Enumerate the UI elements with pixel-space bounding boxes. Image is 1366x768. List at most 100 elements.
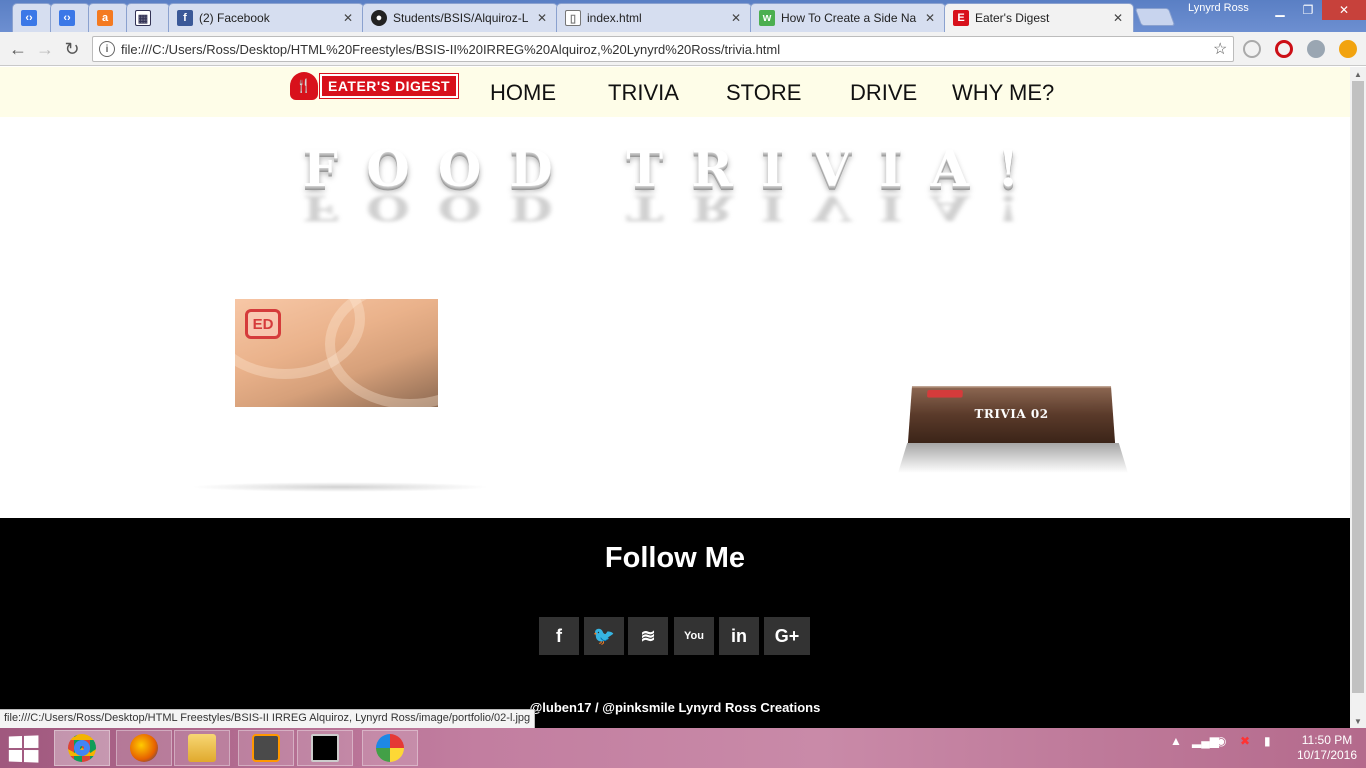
network-icon[interactable]: ▂▄▆: [1192, 734, 1219, 748]
tab-facebook[interactable]: f (2) Facebook ✕: [168, 3, 364, 32]
close-icon[interactable]: ✕: [731, 11, 743, 25]
taskbar-command-prompt[interactable]: [297, 730, 353, 766]
close-icon[interactable]: ✕: [537, 11, 549, 25]
power-icon[interactable]: ▮: [1264, 734, 1271, 748]
firefox-icon: [130, 734, 158, 762]
tab-grid[interactable]: ▦: [126, 3, 170, 32]
info-icon[interactable]: i: [99, 41, 115, 57]
tab-label: Students/BSIS/Alquiroz-L: [393, 11, 529, 25]
taskbar-chrome[interactable]: [54, 730, 110, 766]
youtube-icon[interactable]: You: [674, 617, 714, 655]
browser-toolbar: ← → ↻ i file:///C:/Users/Ross/Desktop/HT…: [0, 32, 1366, 66]
status-bubble: file:///C:/Users/Ross/Desktop/HTML Frees…: [0, 709, 536, 728]
logo-text: EATER'S DIGEST: [318, 73, 460, 99]
minimize-icon[interactable]: ▁: [1266, 0, 1294, 20]
eaters-digest-icon: E: [953, 10, 969, 26]
rss-icon[interactable]: ≋: [628, 617, 668, 655]
facebook-icon[interactable]: f: [539, 617, 579, 655]
scroll-up-icon[interactable]: ▲: [1350, 67, 1366, 81]
file-explorer-icon: [188, 734, 216, 762]
windows-start-icon[interactable]: [8, 735, 39, 763]
scrollbar-thumb[interactable]: [1352, 81, 1364, 693]
sublime-text-icon: [252, 734, 280, 762]
card-shadow: [898, 443, 1128, 473]
nav-home[interactable]: HOME: [490, 80, 556, 106]
extension-icon[interactable]: [1307, 40, 1325, 58]
menu-icon[interactable]: [1339, 40, 1357, 58]
browser-tab-strip: ‹› ‹› a ▦ f (2) Facebook ✕ ● Students/BS…: [0, 0, 1366, 32]
chip-texture: [325, 299, 438, 407]
show-hidden-icons[interactable]: ▲: [1170, 734, 1182, 748]
nav-drive[interactable]: DRIVE: [850, 80, 917, 106]
taskbar-paint[interactable]: [362, 730, 418, 766]
trivia-card-01[interactable]: ED: [235, 299, 438, 407]
taskbar-sublime-text[interactable]: [238, 730, 294, 766]
clock-date: 10/17/2016: [1296, 748, 1358, 762]
site-logo[interactable]: 🍴 EATER'S DIGEST: [290, 72, 460, 100]
new-tab-button[interactable]: [1134, 8, 1176, 26]
tab-label: Eater's Digest: [975, 11, 1050, 25]
ed-badge: ED: [245, 309, 281, 339]
url-text: file:///C:/Users/Ross/Desktop/HTML%20Fre…: [121, 41, 781, 57]
tab-label: index.html: [587, 11, 642, 25]
footer-heading: Follow Me: [604, 542, 746, 574]
trivia-card-02[interactable]: TRIVIA 02: [907, 386, 1116, 443]
bookmark-star-icon[interactable]: ☆: [1213, 39, 1233, 59]
restore-icon[interactable]: ❐: [1294, 0, 1322, 20]
back-arrow-icon[interactable]: ←: [6, 37, 30, 61]
security-icon[interactable]: ◉: [1216, 734, 1226, 748]
clock-time: 11:50 PM: [1301, 733, 1353, 747]
avast-icon: a: [97, 10, 113, 26]
tab-label: How To Create a Side Na: [781, 11, 917, 25]
code-icon: ‹›: [21, 10, 37, 26]
card-shadow: [190, 482, 490, 492]
paint-icon: [376, 734, 404, 762]
file-icon: ▯: [565, 10, 581, 26]
github-icon: ●: [371, 10, 387, 26]
nav-why-me[interactable]: WHY ME?: [952, 80, 1054, 106]
vertical-scrollbar[interactable]: ▲ ▼: [1350, 67, 1366, 728]
scroll-down-icon[interactable]: ▼: [1350, 714, 1366, 728]
ed-badge: [926, 389, 963, 398]
reload-icon[interactable]: ↻: [60, 37, 84, 61]
command-prompt-icon: [311, 734, 339, 762]
chrome-icon: [68, 734, 96, 762]
site-footer: Follow Me f 🐦 ≋ You in G+ @luben17 / @pi…: [0, 518, 1350, 728]
fork-knife-icon: 🍴: [290, 72, 318, 100]
tab-github[interactable]: ● Students/BSIS/Alquiroz-L ✕: [362, 3, 558, 32]
twitter-icon[interactable]: 🐦: [584, 617, 624, 655]
tab-avast[interactable]: a: [88, 3, 128, 32]
tab-w3schools[interactable]: w How To Create a Side Na ✕: [750, 3, 946, 32]
nav-store[interactable]: STORE: [726, 80, 801, 106]
window-close-icon[interactable]: ✕: [1322, 0, 1366, 20]
grid-icon: ▦: [135, 10, 151, 26]
facebook-icon: f: [177, 10, 193, 26]
close-icon[interactable]: ✕: [1113, 11, 1125, 25]
opera-icon[interactable]: [1275, 40, 1293, 58]
taskbar-file-explorer[interactable]: [174, 730, 230, 766]
close-icon[interactable]: ✕: [925, 11, 937, 25]
page-title: FOOD TRIVIA!: [302, 139, 1048, 198]
address-bar[interactable]: i file:///C:/Users/Ross/Desktop/HTML%20F…: [92, 36, 1234, 62]
taskbar-firefox[interactable]: [116, 730, 172, 766]
google-plus-icon[interactable]: G+: [764, 617, 810, 655]
code-icon: ‹›: [59, 10, 75, 26]
tab-code-1[interactable]: ‹›: [12, 3, 52, 32]
tab-code-2[interactable]: ‹›: [50, 3, 90, 32]
linkedin-icon[interactable]: in: [719, 617, 759, 655]
system-clock[interactable]: 11:50 PM 10/17/2016: [1292, 733, 1362, 763]
close-icon[interactable]: ✕: [343, 11, 355, 25]
profile-name[interactable]: Lynyrd Ross: [1188, 2, 1249, 14]
extension-icon[interactable]: [1243, 40, 1261, 58]
w3schools-icon: w: [759, 10, 775, 26]
forward-arrow-icon[interactable]: →: [33, 37, 57, 61]
tab-eaters-digest[interactable]: E Eater's Digest ✕: [944, 3, 1134, 32]
page-viewport: 🍴 EATER'S DIGEST HOME TRIVIA STORE DRIVE…: [0, 67, 1350, 728]
volume-muted-icon[interactable]: ✖: [1240, 734, 1250, 748]
site-navbar: 🍴 EATER'S DIGEST HOME TRIVIA STORE DRIVE…: [0, 67, 1350, 117]
nav-trivia[interactable]: TRIVIA: [608, 80, 679, 106]
windows-taskbar: ▲ ▂▄▆ ◉ ✖ ▮ 11:50 PM 10/17/2016: [0, 728, 1366, 768]
tab-label: (2) Facebook: [199, 11, 270, 25]
tab-index-html[interactable]: ▯ index.html ✕: [556, 3, 752, 32]
card-label: TRIVIA 02: [974, 407, 1049, 421]
